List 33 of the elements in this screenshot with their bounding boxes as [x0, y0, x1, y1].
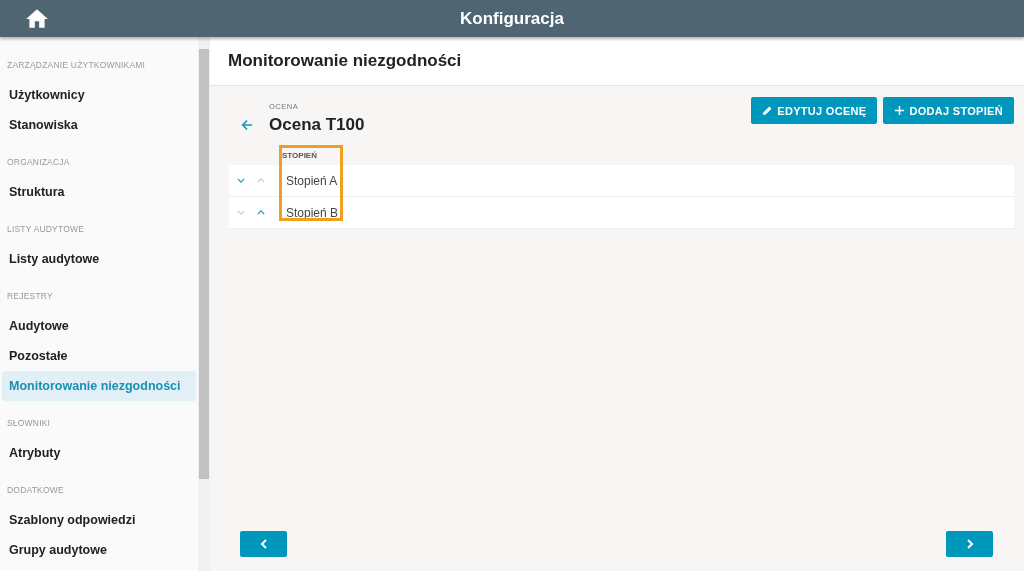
- sidebar-item[interactable]: Pozostałe: [2, 341, 196, 371]
- sidebar-item[interactable]: Szablony odpowiedzi: [2, 505, 196, 535]
- page-title: Monitorowanie niezgodności: [228, 51, 462, 71]
- table-cell: Stopień B: [286, 205, 339, 220]
- column-header: STOPIEŃ: [281, 151, 318, 162]
- scrollbar[interactable]: [198, 37, 210, 571]
- chevron-right-icon: [965, 539, 974, 549]
- table-cell: Stopień A: [286, 173, 338, 188]
- section-heading: DODATKOWE: [6, 484, 65, 497]
- section-heading: SŁOWNIKI: [6, 417, 52, 430]
- sidebar-item[interactable]: Stanowiska: [2, 110, 196, 140]
- move-down-icon[interactable]: [237, 210, 245, 215]
- section-heading: ORGANIZACJA: [6, 156, 71, 169]
- section-heading: ZARZĄDZANIE UŻYTKOWNIKAMI: [6, 59, 147, 72]
- previous-button[interactable]: [240, 531, 287, 557]
- back-arrow-icon[interactable]: [240, 118, 254, 132]
- section-heading: REJESTRY: [6, 290, 54, 303]
- sidebar-item[interactable]: Użytkownicy: [2, 80, 196, 110]
- sidebar-item[interactable]: Struktura: [2, 177, 196, 207]
- sidebar-item[interactable]: Atrybuty: [2, 438, 196, 468]
- pencil-icon: [762, 105, 774, 116]
- app-title: Konfiguracja: [460, 8, 564, 29]
- move-down-icon[interactable]: [237, 178, 245, 183]
- move-up-icon[interactable]: [257, 210, 265, 215]
- move-up-icon[interactable]: [257, 178, 265, 183]
- assessment-heading: Ocena T100: [269, 115, 365, 135]
- sidebar-item[interactable]: Audytowe: [2, 311, 196, 341]
- sidebar-item[interactable]: Listy audytowe: [2, 244, 196, 274]
- section-heading: LISTY AUDYTOWE: [6, 223, 86, 236]
- plus-icon: [894, 105, 906, 116]
- sidebar-item[interactable]: Grupy audytowe: [2, 535, 196, 565]
- next-button[interactable]: [946, 531, 993, 557]
- chevron-left-icon: [259, 539, 268, 549]
